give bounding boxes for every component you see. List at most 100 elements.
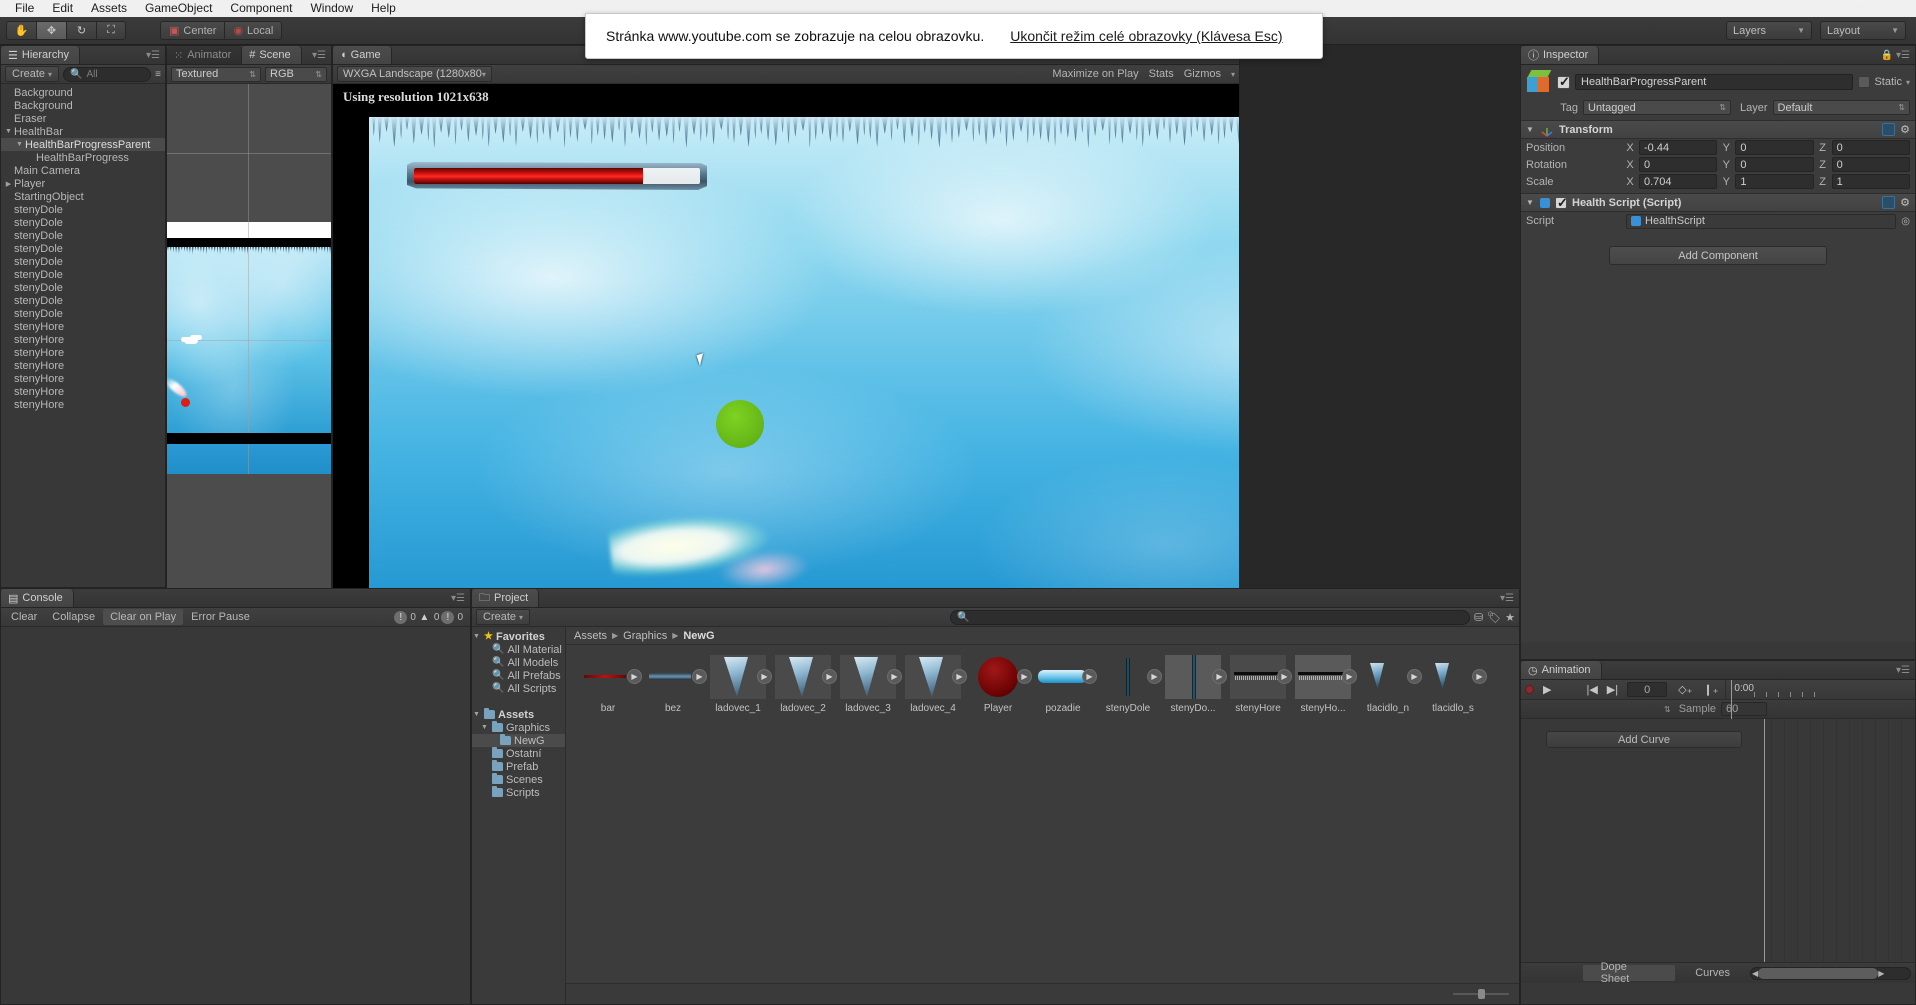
project-tree-item[interactable]: ▼Graphics bbox=[472, 721, 565, 734]
maximize-on-play-toggle[interactable]: Maximize on Play bbox=[1052, 68, 1138, 80]
project-tree-item[interactable]: NewG bbox=[472, 734, 565, 747]
asset-item[interactable]: ▶ladovec_4 bbox=[905, 655, 961, 714]
asset-item[interactable]: ▶tlacidlo_s bbox=[1425, 655, 1481, 714]
hierarchy-item[interactable]: ·Background bbox=[1, 86, 165, 99]
hierarchy-item[interactable]: ·stenyDole bbox=[1, 203, 165, 216]
move-tool-button[interactable]: ✥ bbox=[36, 21, 66, 40]
asset-grid[interactable]: ▶bar▶bez▶ladovec_1▶ladovec_2▶ladovec_3▶l… bbox=[566, 645, 1519, 983]
asset-preview-expand-icon[interactable]: ▶ bbox=[822, 669, 837, 684]
breadcrumb-item[interactable]: NewG bbox=[683, 630, 714, 642]
project-tree-item[interactable]: 🔍All Models bbox=[472, 656, 565, 669]
asset-thumbnail[interactable]: ▶ bbox=[1100, 655, 1156, 699]
menu-item-help[interactable]: Help bbox=[362, 0, 405, 17]
script-enabled-checkbox[interactable] bbox=[1555, 197, 1567, 209]
breadcrumb-item[interactable]: Graphics bbox=[623, 630, 667, 642]
transform-scale-y-field[interactable]: 1 bbox=[1735, 174, 1813, 189]
console-log-list[interactable] bbox=[1, 627, 470, 1004]
animation-panel-menu[interactable]: ▾☰ bbox=[1896, 661, 1915, 679]
scale-tool-button[interactable]: ⛶ bbox=[96, 21, 126, 40]
asset-item[interactable]: ▶Player bbox=[970, 655, 1026, 714]
chevron-down-icon[interactable]: ▼ bbox=[472, 633, 481, 640]
chevron-down-icon[interactable]: ▼ bbox=[472, 711, 481, 718]
hierarchy-item[interactable]: ·StartingObject bbox=[1, 190, 165, 203]
green-target-object[interactable] bbox=[716, 400, 764, 448]
game-resolution-dropdown[interactable]: WXGA Landscape (1280x80 ▾ bbox=[337, 66, 492, 82]
filter-by-type-icon[interactable]: ⛁ bbox=[1474, 611, 1483, 624]
asset-thumbnail[interactable]: ▶ bbox=[710, 655, 766, 699]
asset-item[interactable]: ▶pozadie bbox=[1035, 655, 1091, 714]
hierarchy-search-input[interactable]: 🔍 All bbox=[63, 67, 151, 82]
asset-thumbnail[interactable]: ▶ bbox=[905, 655, 961, 699]
console-error-counter[interactable]: !0 bbox=[441, 611, 463, 624]
transform-position-x-field[interactable]: -0.44 bbox=[1639, 140, 1717, 155]
asset-item[interactable]: ▶ladovec_2 bbox=[775, 655, 831, 714]
filter-by-label-icon[interactable]: 🏷 bbox=[1487, 611, 1501, 624]
tab-project[interactable]: 🗀 Project bbox=[472, 589, 539, 607]
asset-thumbnail[interactable]: ▶ bbox=[580, 655, 636, 699]
transform-rotation-z-field[interactable]: 0 bbox=[1832, 157, 1910, 172]
menu-item-component[interactable]: Component bbox=[221, 0, 301, 17]
asset-preview-expand-icon[interactable]: ▶ bbox=[1342, 669, 1357, 684]
gizmos-dropdown[interactable]: Gizmos bbox=[1184, 68, 1221, 80]
tab-console[interactable]: ▤ Console bbox=[1, 589, 74, 607]
breadcrumb-item[interactable]: Assets bbox=[574, 630, 607, 642]
project-tree-item[interactable]: 🔍All Prefabs bbox=[472, 669, 565, 682]
prev-keyframe-button[interactable]: |◀ bbox=[1564, 683, 1597, 696]
favorite-icon[interactable]: ★ bbox=[1505, 611, 1515, 624]
project-tree-item[interactable]: ▼★Favorites bbox=[472, 630, 565, 643]
asset-item[interactable]: ▶stenyHo... bbox=[1295, 655, 1351, 714]
hierarchy-item[interactable]: ·Background bbox=[1, 99, 165, 112]
next-keyframe-button[interactable]: ▶| bbox=[1601, 683, 1624, 696]
console-warning-counter[interactable]: ▲0 bbox=[418, 611, 440, 624]
hierarchy-item[interactable]: ·stenyHore bbox=[1, 385, 165, 398]
project-panel-menu[interactable]: ▾☰ bbox=[1500, 589, 1519, 607]
chevron-down-icon[interactable]: ▼ bbox=[1526, 125, 1535, 134]
tab-inspector[interactable]: ⓘ Inspector bbox=[1521, 46, 1599, 64]
stats-toggle[interactable]: Stats bbox=[1149, 68, 1174, 80]
hierarchy-item[interactable]: ·stenyDole bbox=[1, 281, 165, 294]
asset-item[interactable]: ▶stenyDo... bbox=[1165, 655, 1221, 714]
console-collapse-button[interactable]: Collapse bbox=[45, 609, 102, 625]
pivot-mode-button[interactable]: ▣ Center bbox=[160, 21, 224, 40]
transform-scale-z-field[interactable]: 1 bbox=[1832, 174, 1910, 189]
asset-item[interactable]: ▶ladovec_1 bbox=[710, 655, 766, 714]
transform-scale-x-field[interactable]: 0.704 bbox=[1639, 174, 1717, 189]
layout-dropdown[interactable]: Layout ▼ bbox=[1820, 21, 1906, 40]
add-event-button[interactable]: ❙₊ bbox=[1699, 683, 1722, 696]
tag-dropdown[interactable]: Untagged ⇅ bbox=[1583, 100, 1731, 115]
hierarchy-item[interactable]: ·stenyDole bbox=[1, 307, 165, 320]
menu-item-assets[interactable]: Assets bbox=[82, 0, 136, 17]
layer-dropdown[interactable]: Default ⇅ bbox=[1773, 100, 1910, 115]
asset-preview-expand-icon[interactable]: ▶ bbox=[1277, 669, 1292, 684]
transform-position-y-field[interactable]: 0 bbox=[1735, 140, 1813, 155]
asset-preview-expand-icon[interactable]: ▶ bbox=[627, 669, 642, 684]
tab-game[interactable]: ◖ Game bbox=[333, 46, 392, 64]
project-tree-item[interactable]: Scenes bbox=[472, 773, 565, 786]
hierarchy-item[interactable]: ·HealthBarProgress bbox=[1, 151, 165, 164]
asset-preview-expand-icon[interactable]: ▶ bbox=[1212, 669, 1227, 684]
hierarchy-item[interactable]: ·stenyDole bbox=[1, 216, 165, 229]
add-keyframe-button[interactable]: ◇₊ bbox=[1670, 683, 1696, 696]
asset-item[interactable]: ▶bez bbox=[645, 655, 701, 714]
hierarchy-item[interactable]: ·stenyDole bbox=[1, 294, 165, 307]
asset-item[interactable]: ▶tlacidlo_n bbox=[1360, 655, 1416, 714]
menu-icon[interactable]: ▾☰ bbox=[1896, 50, 1910, 61]
hierarchy-item[interactable]: ·stenyDole bbox=[1, 255, 165, 268]
gear-icon[interactable]: ⚙ bbox=[1900, 196, 1910, 209]
scene-viewport[interactable] bbox=[167, 84, 331, 589]
project-search-input[interactable]: 🔍 bbox=[950, 610, 1470, 625]
asset-preview-expand-icon[interactable]: ▶ bbox=[692, 669, 707, 684]
console-clear-button[interactable]: Clear bbox=[4, 609, 44, 625]
transform-rotation-x-field[interactable]: 0 bbox=[1639, 157, 1717, 172]
asset-preview-expand-icon[interactable]: ▶ bbox=[757, 669, 772, 684]
hierarchy-item[interactable]: ·stenyHore bbox=[1, 346, 165, 359]
project-tree-item[interactable]: Scripts bbox=[472, 786, 565, 799]
project-tree-item[interactable]: 🔍All Scripts bbox=[472, 682, 565, 695]
animation-horizontal-scrollbar[interactable]: ◀ ▶ bbox=[1750, 967, 1911, 980]
scroll-right-arrow[interactable]: ▶ bbox=[1878, 969, 1884, 978]
chevron-down-icon[interactable]: ▾ bbox=[1231, 70, 1235, 79]
chevron-right-icon[interactable]: ▶ bbox=[3, 180, 14, 188]
hand-tool-button[interactable]: ✋ bbox=[6, 21, 36, 40]
asset-thumbnail[interactable]: ▶ bbox=[1425, 655, 1481, 699]
tab-dope-sheet[interactable]: Dope Sheet bbox=[1583, 965, 1676, 981]
